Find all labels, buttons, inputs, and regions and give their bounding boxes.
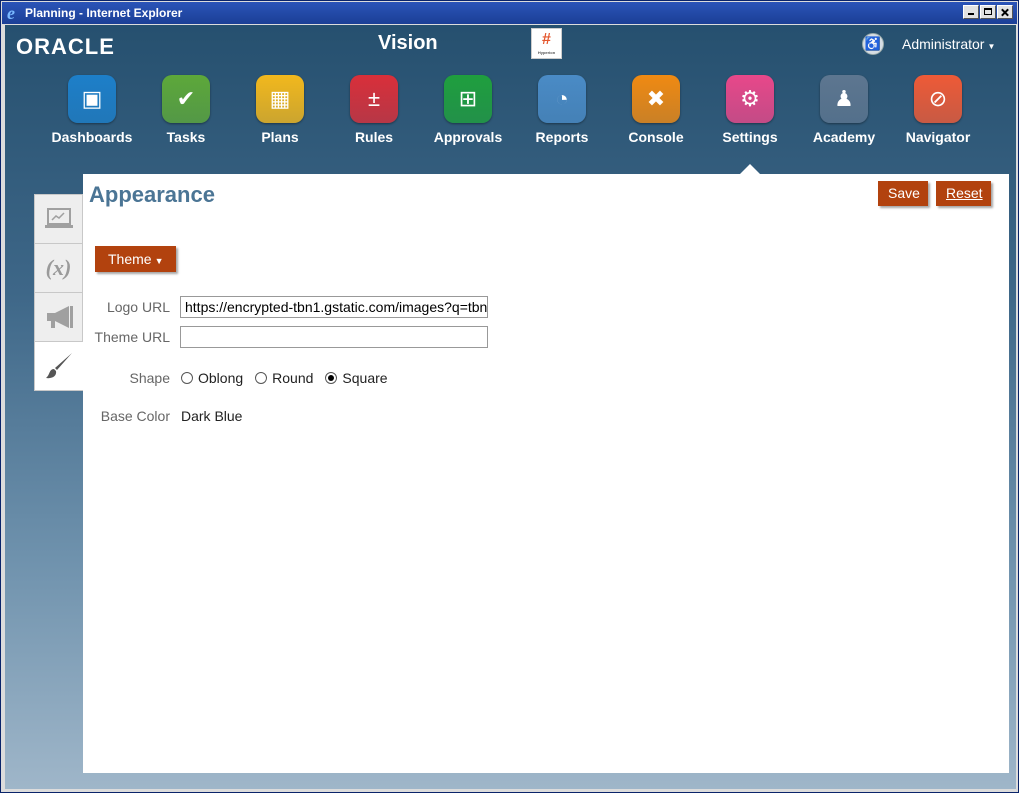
oracle-logo: ORACLE xyxy=(16,34,115,60)
shape-option-oblong[interactable]: Oblong xyxy=(181,370,243,386)
page-title: Appearance xyxy=(89,182,215,207)
appearance-panel: Appearance Save Reset Theme ▼ Logo URL ht… xyxy=(83,174,1009,773)
nav-label-rules: Rules xyxy=(354,129,394,145)
radio-label: Round xyxy=(272,370,314,386)
base-color-value: Dark Blue xyxy=(181,408,243,424)
title-bar: e Planning - Internet Explorer xyxy=(2,2,1017,24)
maximize-button[interactable] xyxy=(980,5,996,19)
nav-label-console: Console xyxy=(628,129,684,145)
side-tab-variables[interactable]: (x) xyxy=(34,243,83,292)
nav-item-tasks[interactable]: ✔ Tasks xyxy=(139,75,233,145)
theme-dropdown-button[interactable]: Theme ▼ xyxy=(95,246,176,272)
paintbrush-icon xyxy=(46,353,72,379)
theme-url-label: Theme URL xyxy=(94,329,170,345)
navigator-icon: ⊘ xyxy=(914,75,962,123)
accessibility-icon[interactable]: ♿ xyxy=(862,33,884,55)
shape-radio-group: Oblong Round Square xyxy=(181,370,400,386)
reset-label: Reset xyxy=(946,185,983,201)
nav-item-settings[interactable]: ⚙ Settings xyxy=(703,75,797,145)
logo-url-input[interactable]: https://encrypted-tbn1.gstatic.com/image… xyxy=(180,296,488,318)
reset-button[interactable]: Reset xyxy=(936,181,991,206)
dashboards-icon: ▣ xyxy=(68,75,116,123)
nav-label-reports: Reports xyxy=(535,129,589,145)
logo-url-label: Logo URL xyxy=(106,299,170,315)
function-x-icon: (x) xyxy=(45,255,72,280)
nav-item-rules[interactable]: ± Rules xyxy=(327,75,421,145)
approvals-icon: ⊞ xyxy=(444,75,492,123)
nav-item-console[interactable]: ✖ Console xyxy=(609,75,703,145)
nav-label-tasks: Tasks xyxy=(166,129,206,145)
reports-icon: ◔ xyxy=(538,75,586,123)
side-tab-announcements[interactable] xyxy=(34,292,83,341)
chevron-down-icon: ▼ xyxy=(154,256,164,266)
nav-label-plans: Plans xyxy=(261,129,299,145)
side-tabs: (x) xyxy=(34,194,83,391)
settings-icon: ⚙ xyxy=(726,75,774,123)
main-navigation: ▣ Dashboards ✔ Tasks ▦ Plans ± Rules ⊞ Approvals ◔… xyxy=(45,75,985,155)
minimize-button[interactable] xyxy=(963,5,979,19)
nav-item-reports[interactable]: ◔ Reports xyxy=(515,75,609,145)
internet-explorer-icon: e xyxy=(7,3,15,23)
nav-item-dashboards[interactable]: ▣ Dashboards xyxy=(45,75,139,145)
tasks-icon: ✔ xyxy=(162,75,210,123)
theme-url-input[interactable] xyxy=(180,326,488,348)
application-title: Vision xyxy=(378,32,438,54)
base-color-label: Base Color xyxy=(100,408,170,424)
hyperion-logo: # Hyperion xyxy=(531,28,562,59)
browser-window: e Planning - Internet Explorer ORACLE Vi… xyxy=(0,0,1019,793)
side-tab-appearance[interactable] xyxy=(34,341,83,391)
console-icon: ✖ xyxy=(632,75,680,123)
nav-label-navigator: Navigator xyxy=(905,129,971,145)
chevron-down-icon: ▼ xyxy=(987,42,996,51)
laptop-chart-icon xyxy=(44,208,73,228)
nav-item-navigator[interactable]: ⊘ Navigator xyxy=(891,75,985,145)
theme-label: Theme xyxy=(108,251,152,267)
shape-option-square[interactable]: Square xyxy=(325,370,388,386)
nav-item-approvals[interactable]: ⊞ Approvals xyxy=(421,75,515,145)
radio-label: Square xyxy=(342,370,388,386)
side-tab-monitor[interactable] xyxy=(34,194,83,243)
radio-label: Oblong xyxy=(198,370,244,386)
window-title: Planning - Internet Explorer xyxy=(25,6,183,20)
logo-mark: # xyxy=(542,31,551,48)
save-button[interactable]: Save xyxy=(878,181,928,206)
shape-option-round[interactable]: Round xyxy=(255,370,313,386)
app-area: ORACLE Vision # Hyperion ♿ Administrator… xyxy=(5,25,1016,789)
nav-label-approvals: Approvals xyxy=(433,129,503,145)
radio-button[interactable] xyxy=(181,372,193,384)
user-menu[interactable]: Administrator ▼ xyxy=(902,36,995,52)
academy-icon: ♟ xyxy=(820,75,868,123)
logo-caption: Hyperion xyxy=(537,50,556,55)
nav-label-settings: Settings xyxy=(722,129,778,145)
user-name: Administrator xyxy=(902,36,985,52)
brand-text: ORACLE xyxy=(16,34,115,59)
rules-icon: ± xyxy=(350,75,398,123)
nav-item-academy[interactable]: ♟ Academy xyxy=(797,75,891,145)
nav-label-academy: Academy xyxy=(812,129,876,145)
radio-button[interactable] xyxy=(255,372,268,384)
megaphone-icon xyxy=(46,306,73,328)
plans-icon: ▦ xyxy=(256,75,304,123)
shape-label: Shape xyxy=(129,370,170,386)
radio-button[interactable] xyxy=(325,372,338,384)
window-controls xyxy=(963,5,1013,19)
nav-label-dashboards: Dashboards xyxy=(51,129,133,145)
close-button[interactable] xyxy=(997,5,1013,19)
nav-item-plans[interactable]: ▦ Plans xyxy=(233,75,327,145)
